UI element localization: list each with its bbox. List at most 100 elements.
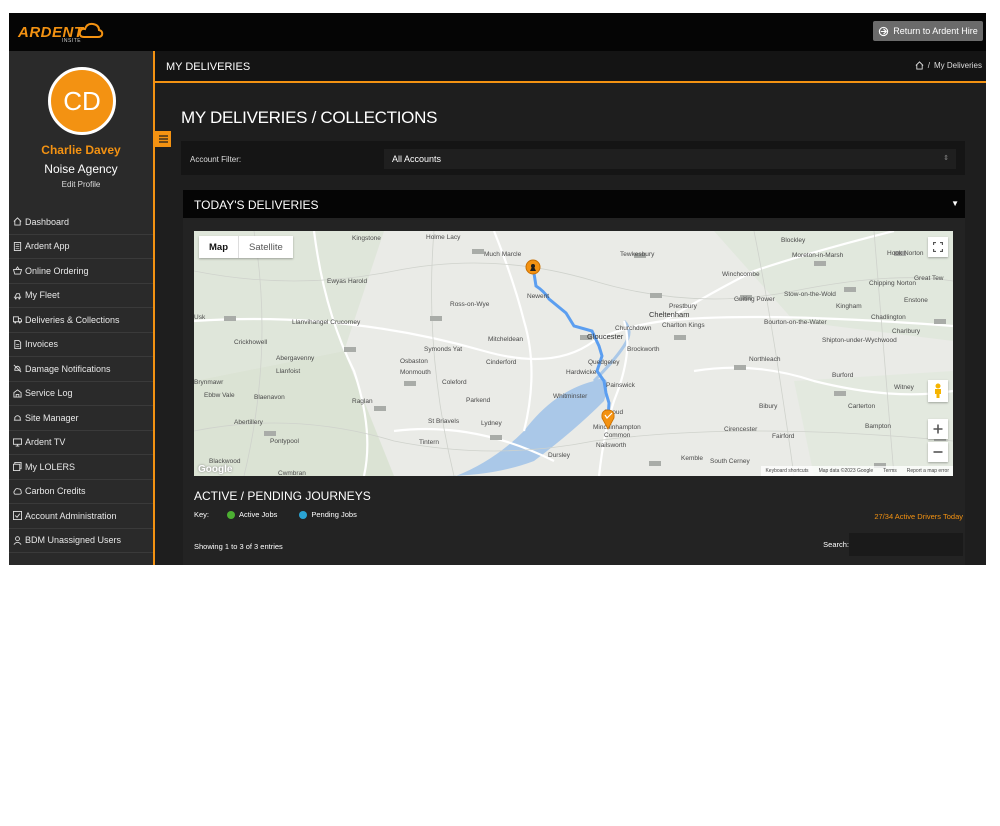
map-place-label: Carterton — [848, 403, 875, 410]
active-drivers-count: 27/34 Active Drivers Today — [874, 512, 963, 521]
sidebar-item-dashboard[interactable]: Dashboard — [9, 210, 153, 235]
map-place-label: Enstone — [904, 297, 928, 304]
map-data-credit: Map data ©2023 Google — [818, 468, 874, 474]
sidebar-item-carbon-credits[interactable]: Carbon Credits — [9, 480, 153, 504]
monitor-icon — [13, 438, 22, 447]
account-filter-select[interactable]: All Accounts ⇕ — [384, 149, 956, 169]
sidebar-item-my-lolers[interactable]: My LOLERS — [9, 455, 153, 480]
map-place-label: Brynmawr — [194, 379, 224, 386]
sidebar-item-label: Invoices — [25, 339, 59, 350]
sidebar-item-site-manager[interactable]: Site Manager — [9, 406, 153, 431]
sidebar-item-account-administration[interactable]: Account Administration — [9, 504, 153, 529]
map-place-label: Parkend — [466, 397, 491, 404]
keyboard-shortcuts-link[interactable]: Keyboard shortcuts — [765, 468, 808, 474]
map-place-label: St Briavels — [428, 418, 460, 425]
map-place-label: Blockley — [781, 237, 806, 244]
table-info: Showing 1 to 3 of 3 entries — [194, 542, 283, 551]
map-place-label: Hook Norton — [887, 250, 924, 257]
start-marker[interactable] — [525, 259, 541, 275]
map-tab-map[interactable]: Map — [199, 236, 239, 258]
map-place-label: Common — [604, 432, 631, 439]
report-map-error-link[interactable]: Report a map error — [907, 468, 949, 474]
service-icon — [13, 389, 22, 398]
map-place-label: Burford — [832, 372, 854, 379]
map-place-label: Cwmbran — [278, 470, 306, 476]
zoom-out-button[interactable] — [928, 442, 948, 462]
sidebar-item-ardent-app[interactable]: Ardent App — [9, 235, 153, 259]
pegman-icon — [935, 383, 941, 398]
map-place-label: Ross-on-Wye — [450, 301, 490, 308]
sidebar: CD Charlie Davey Noise Agency Edit Profi… — [9, 51, 155, 565]
map-place-label: Painswick — [606, 382, 636, 389]
return-to-ardent-hire-button[interactable]: Return to Ardent Hire — [873, 21, 983, 41]
fullscreen-button[interactable] — [928, 237, 948, 257]
sidebar-toggle-button[interactable] — [155, 131, 171, 147]
page-header: MY DELIVERIES / My Deliveries — [155, 51, 986, 83]
map-place-label: Moreton-in-Marsh — [792, 252, 844, 259]
map-place-label: South Cerney — [710, 458, 750, 465]
truck-icon — [13, 316, 22, 324]
map-place-label: Mitcheldean — [488, 336, 523, 343]
site-icon — [13, 415, 22, 421]
sidebar-item-damage-notifications[interactable]: Damage Notifications — [9, 357, 153, 382]
journey-key: Key: Active Jobs Pending Jobs — [194, 510, 357, 519]
sidebar-item-label: My Fleet — [25, 290, 60, 301]
map-place-label: Llanfoist — [276, 368, 300, 375]
delivery-map[interactable]: Kingstone Holme Lacy Much Marcle Tewkesbury… — [194, 231, 953, 476]
map-place-label: Lydney — [481, 420, 502, 427]
user-icon — [13, 536, 22, 545]
sidebar-item-label: Site Manager — [25, 412, 79, 423]
terms-link[interactable]: Terms — [883, 468, 897, 474]
sidebar-item-bdm-unassigned-users[interactable]: BDM Unassigned Users — [9, 529, 153, 553]
street-view-pegman[interactable] — [928, 380, 948, 402]
map-place-label: Kemble — [681, 455, 703, 462]
map-place-label: Cirencester — [724, 426, 758, 433]
map-tab-satellite[interactable]: Satellite — [239, 236, 293, 258]
sidebar-item-ardent-tv[interactable]: Ardent TV — [9, 431, 153, 455]
account-filter-panel: Account Filter: All Accounts ⇕ — [181, 141, 965, 175]
search-label: Search: — [823, 540, 849, 549]
key-label: Key: — [194, 510, 210, 519]
return-icon — [879, 26, 889, 36]
map-place-label: Hardwicke — [566, 369, 597, 376]
sidebar-item-label: BDM Unassigned Users — [25, 535, 122, 546]
map-place-label: Dursley — [548, 452, 571, 459]
map-place-label: Charlbury — [892, 328, 921, 335]
journeys-title: ACTIVE / PENDING JOURNEYS — [194, 489, 371, 503]
sidebar-item-online-ordering[interactable]: Online Ordering — [9, 259, 153, 284]
search-input[interactable] — [849, 533, 963, 556]
home-icon[interactable] — [915, 61, 924, 70]
pending-jobs-dot — [299, 510, 308, 519]
page-title: MY DELIVERIES / COLLECTIONS — [181, 108, 438, 127]
edit-profile-link[interactable]: Edit Profile — [9, 180, 153, 189]
avatar[interactable]: CD — [48, 67, 116, 135]
map-place-label: Great Tew — [914, 275, 944, 282]
map-place-label: Stow-on-the-Wold — [784, 291, 836, 298]
sidebar-item-my-fleet[interactable]: My Fleet — [9, 284, 153, 308]
map-place-label: Nailsworth — [596, 442, 627, 449]
map-place-label: Shipton-under-Wychwood — [822, 337, 897, 344]
account-filter-label: Account Filter: — [190, 155, 242, 164]
map-type-tabs: Map Satellite — [199, 236, 293, 258]
map-place-label: Ewyas Harold — [327, 278, 367, 285]
map-footer: Keyboard shortcuts Map data ©2023 Google… — [761, 466, 953, 476]
hamburger-icon — [158, 135, 168, 143]
zoom-in-button[interactable] — [928, 419, 948, 439]
collapse-caret-icon[interactable]: ▼ — [951, 199, 959, 208]
panel-title: TODAY'S DELIVERIES — [194, 198, 319, 212]
map-place-label: Llanvihangel Crucorney — [292, 319, 361, 326]
lolers-icon — [13, 462, 22, 472]
section-title: MY DELIVERIES — [166, 61, 251, 73]
panel-header[interactable]: TODAY'S DELIVERIES ▼ — [183, 190, 965, 218]
sidebar-item-deliveries-collections[interactable]: Deliveries & Collections — [9, 308, 153, 333]
google-attribution-logo[interactable]: Google — [198, 464, 232, 475]
map-place-label: Chadlington — [871, 314, 906, 321]
map-canvas[interactable]: Kingstone Holme Lacy Much Marcle Tewkesbury… — [194, 231, 953, 476]
map-place-label: Much Marcle — [484, 251, 522, 258]
sidebar-item-invoices[interactable]: Invoices — [9, 333, 153, 357]
account-filter-value: All Accounts — [392, 154, 442, 164]
map-place-label: Newent — [527, 293, 549, 300]
sidebar-item-service-log[interactable]: Service Log — [9, 382, 153, 406]
map-place-label: Coleford — [442, 379, 467, 386]
map-place-label: Symonds Yat — [424, 346, 462, 353]
